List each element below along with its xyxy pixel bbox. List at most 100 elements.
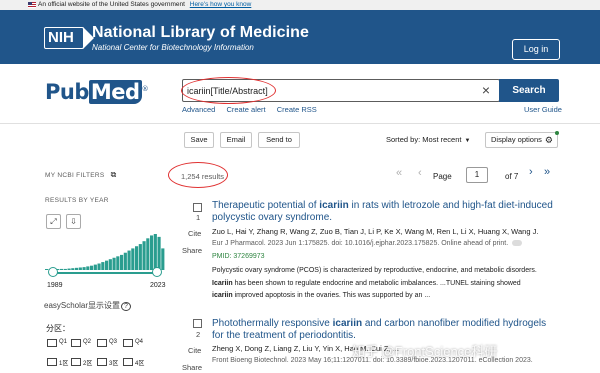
zone-3-label: 3区 bbox=[109, 361, 119, 367]
histogram-bar[interactable] bbox=[120, 254, 124, 270]
q3-label: Q3 bbox=[109, 339, 118, 345]
snippet-line: Icariin has been shown to regulate endoc… bbox=[212, 278, 557, 291]
histogram-bar[interactable] bbox=[116, 256, 120, 270]
histogram-bar[interactable] bbox=[146, 238, 150, 270]
histogram-bar[interactable] bbox=[60, 268, 64, 270]
histogram-bar[interactable] bbox=[153, 234, 157, 270]
snippet-line: Polycystic ovary syndrome (PCOS) is char… bbox=[212, 267, 537, 274]
histogram-bar[interactable] bbox=[157, 236, 161, 270]
title-part: Photothermally responsive bbox=[212, 318, 333, 329]
histogram-bar[interactable] bbox=[135, 246, 139, 270]
q1-label: Q1 bbox=[59, 339, 68, 345]
previous-page-icon[interactable]: ‹ bbox=[418, 167, 422, 179]
histogram-bar[interactable] bbox=[67, 268, 71, 270]
histogram-bar[interactable] bbox=[93, 264, 97, 270]
sort-dropdown[interactable]: Sorted by: Most recent ▼ bbox=[386, 135, 470, 144]
my-ncbi-filters[interactable]: MY NCBI FILTERS ⧉ bbox=[45, 170, 117, 180]
snippet-text: has been shown to regulate endocrine and… bbox=[232, 279, 521, 287]
histogram-bar[interactable] bbox=[75, 267, 79, 270]
checkbox-zone-4[interactable] bbox=[123, 358, 133, 366]
search-input[interactable] bbox=[187, 80, 467, 101]
display-options-button[interactable]: Display options ⚙ bbox=[485, 132, 558, 148]
checkbox-q4[interactable] bbox=[123, 339, 133, 347]
checkbox-q1[interactable] bbox=[47, 339, 57, 347]
create-alert-link[interactable]: Create alert bbox=[226, 105, 265, 114]
result-checkbox[interactable] bbox=[193, 203, 202, 212]
pubmed-logo-pub: Pub bbox=[45, 80, 89, 104]
gear-icon: ⚙ bbox=[544, 135, 553, 145]
send-to-button[interactable]: Send to bbox=[258, 132, 300, 148]
user-guide-link[interactable]: User Guide bbox=[524, 105, 562, 114]
histogram-bar[interactable] bbox=[138, 244, 142, 270]
histogram-bar[interactable] bbox=[90, 265, 94, 270]
snippet-highlight: icariin bbox=[212, 292, 233, 299]
create-rss-link[interactable]: Create RSS bbox=[277, 105, 317, 114]
search-button[interactable]: Search bbox=[499, 79, 559, 102]
advanced-link[interactable]: Advanced bbox=[182, 105, 215, 114]
divider bbox=[0, 123, 600, 124]
watermark: 知乎 @FrontScience科研 bbox=[352, 344, 498, 359]
histogram-bar[interactable] bbox=[101, 262, 105, 270]
clear-search-icon[interactable]: × bbox=[476, 81, 496, 100]
save-button[interactable]: Save bbox=[184, 132, 214, 148]
login-button[interactable]: Log in bbox=[512, 39, 560, 60]
histogram-bar[interactable] bbox=[78, 267, 82, 270]
share-button[interactable]: Share bbox=[182, 246, 202, 255]
cite-button[interactable]: Cite bbox=[188, 346, 201, 355]
year-slider-start-handle[interactable] bbox=[48, 267, 58, 277]
nlm-title[interactable]: National Library of Medicine bbox=[92, 24, 309, 42]
email-button[interactable]: Email bbox=[220, 132, 252, 148]
download-icon[interactable]: ⇩ bbox=[66, 214, 81, 229]
nih-logo[interactable]: NIH bbox=[44, 26, 94, 49]
histogram-bar[interactable] bbox=[71, 268, 75, 270]
histogram-bar[interactable] bbox=[142, 241, 146, 270]
results-by-year-histogram[interactable] bbox=[45, 234, 165, 270]
page-label: Page bbox=[433, 172, 452, 181]
checkbox-zone-3[interactable] bbox=[97, 358, 107, 366]
expand-icon[interactable]: ⤢ bbox=[46, 214, 61, 229]
checkbox-zone-2[interactable] bbox=[71, 358, 81, 366]
easyscholar-label: easyScholar显示设置 bbox=[44, 301, 121, 310]
free-full-text-icon[interactable] bbox=[512, 240, 523, 247]
external-link-icon: ⧉ bbox=[110, 170, 117, 179]
result-title-link[interactable]: Photothermally responsive icariin and ca… bbox=[212, 318, 557, 342]
checkbox-zone-1[interactable] bbox=[47, 358, 57, 366]
sort-label: Sorted by: Most recent bbox=[386, 135, 462, 144]
first-page-icon[interactable]: « bbox=[396, 167, 402, 179]
histogram-bar[interactable] bbox=[63, 268, 67, 270]
histogram-bar[interactable] bbox=[97, 263, 101, 270]
histogram-bar[interactable] bbox=[86, 266, 90, 270]
snippet-text: improved apoptosis in the ovaries. This … bbox=[232, 292, 431, 299]
year-slider-track[interactable] bbox=[50, 272, 157, 274]
histogram-bar[interactable] bbox=[105, 260, 109, 270]
result-title-link[interactable]: Therapeutic potential of icariin in rats… bbox=[212, 200, 557, 224]
heres-how-link[interactable]: Here's how you know bbox=[190, 1, 252, 8]
year-slider-end-handle[interactable] bbox=[152, 267, 162, 277]
histogram-bar[interactable] bbox=[112, 257, 116, 270]
result-number: 2 bbox=[196, 330, 201, 339]
results-by-year-label: RESULTS BY YEAR bbox=[45, 197, 109, 204]
histogram-bar[interactable] bbox=[82, 267, 86, 270]
histogram-bar[interactable] bbox=[131, 248, 135, 270]
easyscholar-settings[interactable]: easyScholar显示设置? bbox=[44, 300, 131, 311]
checkbox-q2[interactable] bbox=[71, 339, 81, 347]
page-number-input[interactable]: 1 bbox=[466, 167, 488, 183]
histogram-bar[interactable] bbox=[161, 248, 165, 270]
histogram-bar[interactable] bbox=[123, 252, 127, 270]
result-snippet: Polycystic ovary syndrome (PCOS) is char… bbox=[212, 265, 557, 303]
zone-2-label: 2区 bbox=[83, 361, 93, 367]
pubmed-logo[interactable]: PubMed ® bbox=[45, 80, 149, 104]
histogram-bar[interactable] bbox=[127, 250, 131, 270]
result-checkbox[interactable] bbox=[193, 319, 202, 328]
partition-label: 分区： bbox=[46, 324, 70, 333]
snippet-line: icariin improved apoptosis in the ovarie… bbox=[212, 290, 557, 303]
histogram-bar[interactable] bbox=[108, 259, 112, 270]
title-highlight: icariin bbox=[319, 200, 349, 211]
title-highlight: icariin bbox=[332, 318, 363, 329]
next-page-icon[interactable]: › bbox=[529, 166, 533, 178]
last-page-icon[interactable]: » bbox=[544, 166, 550, 178]
histogram-bar[interactable] bbox=[150, 235, 154, 270]
cite-button[interactable]: Cite bbox=[188, 229, 201, 238]
share-button[interactable]: Share bbox=[182, 363, 202, 372]
checkbox-q3[interactable] bbox=[97, 339, 107, 347]
